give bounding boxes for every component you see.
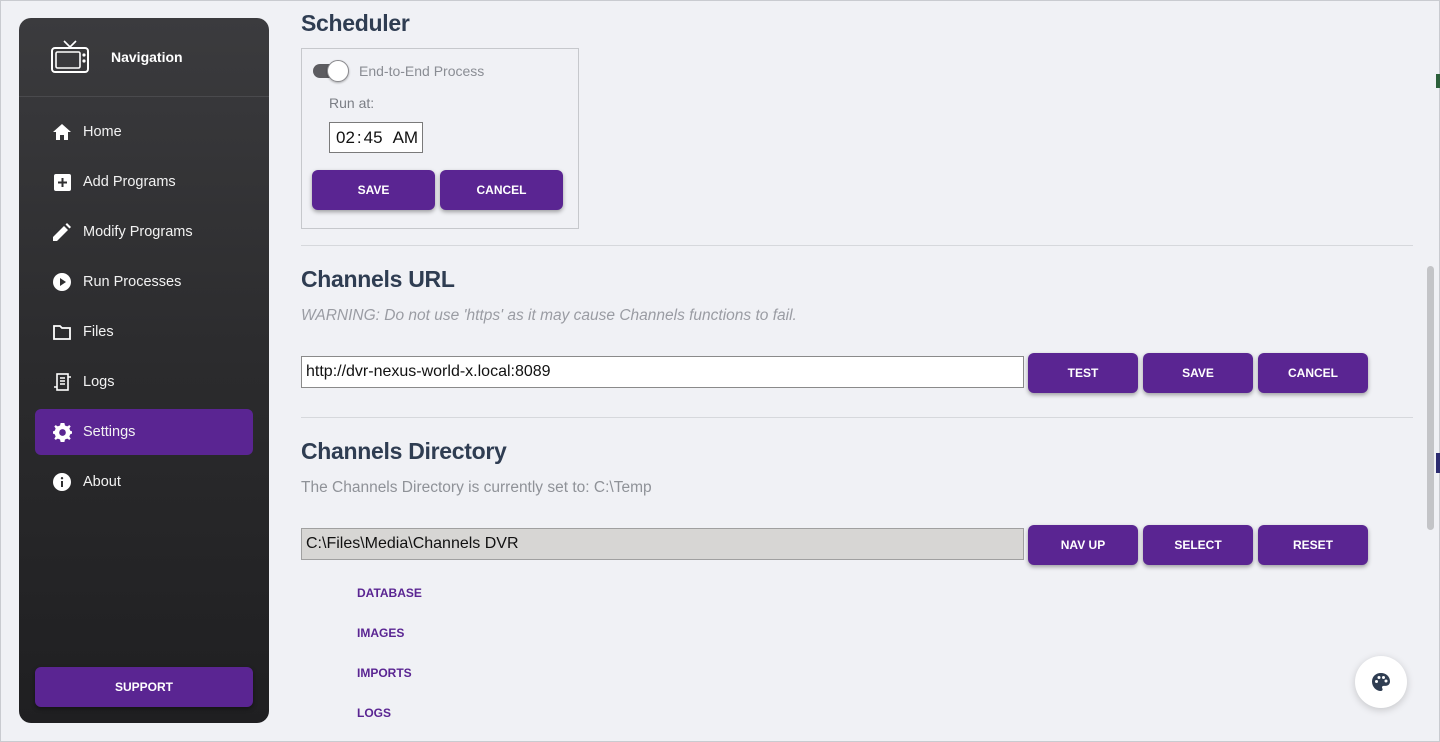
scheduler-title: Scheduler [301,10,410,36]
edge-mark [1436,74,1440,88]
sidebar-item-run-processes[interactable]: Run Processes [35,259,253,305]
hour-field[interactable]: 02 [336,128,355,148]
minute-field[interactable]: 45 [364,128,383,148]
subfolder-link-imports[interactable]: IMPORTS [357,666,412,680]
tv-icon [51,40,89,73]
sidebar-item-logs[interactable]: Logs [35,359,253,405]
run-at-label: Run at: [329,95,375,111]
channels-url-input[interactable] [301,356,1024,388]
sidebar-title: Navigation [111,49,183,65]
channels-url-title: Channels URL [301,266,455,292]
run-at-time-input[interactable]: 02 : 45 AM [329,122,423,153]
directory-path-field: C:\Files\Media\Channels DVR [301,528,1024,560]
ampm-field[interactable]: AM [393,128,419,148]
end-to-end-toggle[interactable] [313,59,349,82]
add-box-icon [52,172,72,192]
select-button[interactable]: SELECT [1143,525,1253,565]
vertical-scrollbar[interactable] [1427,266,1434,530]
channels-url-warning: WARNING: Do not use 'https' as it may ca… [301,307,797,324]
gear-icon [52,422,72,442]
sidebar-item-label: Settings [83,424,136,440]
palette-icon [1372,673,1390,691]
sidebar: Navigation Home Add Programs Modify Prog… [19,18,269,723]
sidebar-item-label: Run Processes [83,274,182,290]
scheduler-panel: End-to-End Process Run at: 02 : 45 AM SA… [301,48,579,229]
info-icon [52,472,72,492]
subfolder-link-database[interactable]: DATABASE [357,586,422,600]
sidebar-item-modify-programs[interactable]: Modify Programs [35,209,253,255]
url-cancel-button[interactable]: CANCEL [1258,353,1368,393]
sidebar-item-files[interactable]: Files [35,309,253,355]
sidebar-item-label: Add Programs [83,174,176,190]
sidebar-item-label: About [83,474,121,490]
sidebar-item-label: Home [83,124,122,140]
reset-button[interactable]: RESET [1258,525,1368,565]
sidebar-item-home[interactable]: Home [35,109,253,155]
subfolder-link-images[interactable]: IMAGES [357,626,404,640]
sidebar-item-add-programs[interactable]: Add Programs [35,159,253,205]
nav-up-button[interactable]: NAV UP [1028,525,1138,565]
support-button[interactable]: SUPPORT [35,667,253,707]
receipt-icon [52,372,72,392]
sidebar-item-settings[interactable]: Settings [35,409,253,455]
subfolder-link-logs[interactable]: LOGS [357,706,391,720]
scheduler-save-button[interactable]: SAVE [312,170,435,210]
pencil-icon [52,222,72,242]
url-save-button[interactable]: SAVE [1143,353,1253,393]
home-icon [52,122,72,142]
edge-mark [1436,453,1440,473]
sidebar-item-label: Files [83,324,114,340]
theme-fab-button[interactable] [1355,656,1407,708]
toggle-knob [327,60,349,82]
sidebar-item-about[interactable]: About [35,459,253,505]
sidebar-header: Navigation [19,18,269,97]
sidebar-item-label: Logs [83,374,115,390]
section-divider [301,245,1413,246]
sidebar-item-label: Modify Programs [83,224,193,240]
toggle-label: End-to-End Process [359,63,485,79]
channels-directory-title: Channels Directory [301,438,507,464]
section-divider [301,417,1413,418]
folder-icon [52,322,72,342]
nav-list: Home Add Programs Modify Programs Run Pr… [19,97,269,505]
time-separator: : [356,127,362,147]
channels-directory-description: The Channels Directory is currently set … [301,479,652,496]
scheduler-cancel-button[interactable]: CANCEL [440,170,563,210]
play-circle-icon [52,272,72,292]
test-button[interactable]: TEST [1028,353,1138,393]
settings-main: Scheduler End-to-End Process Run at: 02 … [301,0,1413,742]
